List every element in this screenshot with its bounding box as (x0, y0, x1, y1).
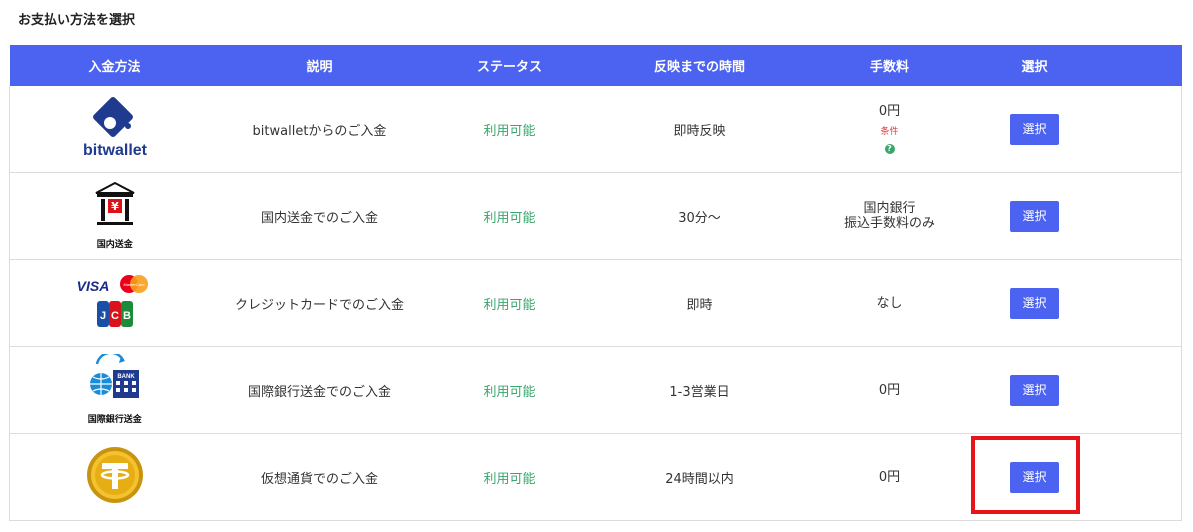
status-cell: 利用可能 (419, 346, 600, 434)
timing-cell: 24時間以内 (599, 433, 800, 521)
fee-line-2: 振込手数料のみ (843, 216, 935, 231)
fee-cell: 0円 条件 ? (799, 86, 980, 173)
fee-cell: 国内銀行 振込手数料のみ (799, 172, 980, 260)
timing-cell: 30分～ (599, 172, 800, 260)
description-cell: クレジットカードでのご入金 (219, 259, 420, 347)
description-cell: 国際銀行送金でのご入金 (219, 346, 420, 434)
header-time: 反映までの時間 (599, 45, 800, 86)
select-cell: 選択 (979, 259, 1090, 347)
header-status: ステータス (419, 45, 600, 86)
status-cell: 利用可能 (419, 433, 600, 521)
timing-cell: 1-3営業日 (599, 346, 800, 434)
international-bank-logo: BANK 国際銀行送金 (83, 351, 147, 425)
status-cell: 利用可能 (419, 172, 600, 260)
select-cell: 選択 (979, 346, 1090, 434)
spacer-cell (1089, 433, 1182, 521)
timing-cell: 即時反映 (599, 86, 800, 173)
select-button-international[interactable]: 選択 (1010, 374, 1059, 406)
header-method: 入金方法 (9, 45, 220, 86)
svg-text:J: J (100, 310, 106, 322)
bank-building-icon: ¥ (95, 181, 135, 225)
fee-cell: 0円 (799, 433, 980, 521)
method-cell: VISA MasterCard J C B (9, 259, 220, 347)
description-cell: 仮想通貨でのご入金 (219, 433, 420, 521)
select-button-crypto[interactable]: 選択 (1010, 461, 1059, 493)
table-row-bitwallet: bitwallet bitwalletからのご入金 利用可能 即時反映 0円 条… (9, 86, 1182, 173)
select-button-bitwallet[interactable]: 選択 (1010, 113, 1059, 145)
svg-text:MasterCard: MasterCard (123, 282, 144, 287)
svg-text:VISA: VISA (76, 278, 109, 294)
method-cell (9, 433, 220, 521)
page-title: お支払い方法を選択 (18, 13, 136, 28)
fee-cell: 0円 (799, 346, 980, 434)
spacer-cell (1089, 172, 1182, 260)
method-cell: BANK 国際銀行送金 (9, 346, 220, 434)
method-cell: ¥ 国内送金 (9, 172, 220, 260)
svg-text:C: C (111, 310, 119, 322)
description-cell: bitwalletからのご入金 (219, 86, 420, 173)
method-cell: bitwallet (9, 86, 220, 173)
help-icon[interactable]: ? (884, 143, 895, 154)
domestic-bank-logo: ¥ 国内送金 (93, 181, 137, 250)
select-cell: 選択 (979, 433, 1090, 521)
globe-bank-icon: BANK (89, 351, 139, 398)
tether-coin-logo (85, 445, 145, 509)
svg-text:B: B (123, 310, 131, 322)
status-cell: 利用可能 (419, 86, 600, 173)
table-row-domestic: ¥ 国内送金 国内送金でのご入金 利用可能 30分～ 国内銀行 振込手数料のみ … (9, 172, 1182, 260)
select-button-credit-card[interactable]: 選択 (1010, 287, 1059, 319)
table-header-row: 入金方法 説明 ステータス 反映までの時間 手数料 選択 (9, 45, 1182, 86)
svg-text:bitwallet: bitwallet (83, 142, 148, 159)
spacer-cell (1089, 86, 1182, 173)
header-fee: 手数料 (799, 45, 980, 86)
bitwallet-logo: bitwallet (73, 95, 157, 163)
svg-text:BANK: BANK (117, 374, 135, 380)
select-cell: 選択 (979, 86, 1090, 173)
spacer-cell (1089, 259, 1182, 347)
select-button-domestic[interactable]: 選択 (1010, 200, 1059, 232)
payment-methods-table: 入金方法 説明 ステータス 反映までの時間 手数料 選択 bitwallet b… (9, 45, 1182, 521)
card-logos: VISA MasterCard J C B (73, 271, 157, 335)
header-description: 説明 (219, 45, 420, 86)
timing-cell: 即時 (599, 259, 800, 347)
table-row-international: BANK 国際銀行送金 国際銀行送金でのご入金 利用可能 1-3営業日 0円 選… (9, 346, 1182, 434)
card-brands-icon: VISA MasterCard J C B (76, 275, 148, 327)
select-cell: 選択 (979, 172, 1090, 260)
tether-coin-icon (86, 447, 143, 503)
table-row-credit-card: VISA MasterCard J C B クレジットカードでのご入金 利用可能… (9, 259, 1182, 347)
domestic-logo-caption: 国内送金 (96, 240, 133, 250)
status-cell: 利用可能 (419, 259, 600, 347)
international-logo-caption: 国際銀行送金 (87, 415, 142, 425)
fee-cell: なし (799, 259, 980, 347)
table-row-crypto: 仮想通貨でのご入金 利用可能 24時間以内 0円 選択 (9, 433, 1182, 521)
fee-value: 0円 (878, 103, 901, 119)
description-cell: 国内送金でのご入金 (219, 172, 420, 260)
header-select: 選択 (979, 45, 1090, 86)
bitwallet-mark-icon: bitwallet (83, 97, 148, 159)
header-spacer (1089, 45, 1182, 86)
fee-line-1: 国内銀行 (863, 201, 916, 216)
svg-text:¥: ¥ (111, 200, 119, 213)
fee-condition-link[interactable]: 条件 (800, 125, 980, 140)
spacer-cell (1089, 346, 1182, 434)
